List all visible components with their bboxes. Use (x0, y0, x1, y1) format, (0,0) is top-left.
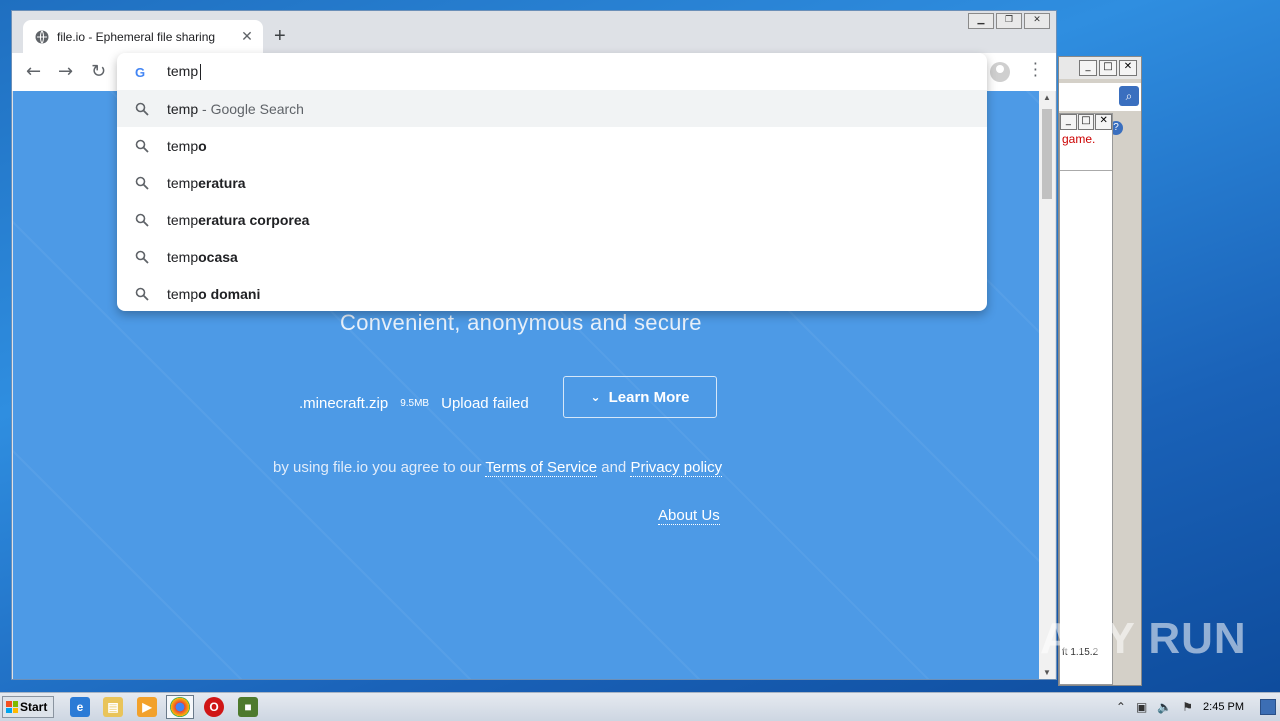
volume-icon[interactable]: 🔈 (1157, 700, 1172, 714)
tab-strip: file.io - Ephemeral file sharing ✕ + ▁ ❐… (12, 11, 1056, 53)
about-us-link[interactable]: About Us (658, 507, 720, 525)
page-tagline: Convenient, anonymous and secure (340, 310, 702, 335)
tab-close-icon[interactable]: ✕ (237, 28, 257, 45)
privacy-policy-link[interactable]: Privacy policy (630, 459, 723, 477)
reload-icon[interactable]: ↻ (91, 61, 106, 82)
search-icon (135, 287, 149, 301)
browser-tab[interactable]: file.io - Ephemeral file sharing ✕ (23, 20, 263, 53)
learn-more-label: Learn More (608, 388, 690, 406)
inner-dialog-titlebar: _ □ ✕ (1059, 114, 1112, 130)
suggestion-completion: eratura corporea (198, 211, 310, 228)
upload-status: Upload failed (441, 395, 529, 412)
suggestion-typed: temp (167, 100, 199, 117)
media-player-icon[interactable]: ▶ (137, 697, 157, 717)
background-window-titlebar: _ □ ✕ (1059, 57, 1141, 79)
globe-icon (35, 30, 49, 43)
browser-window: file.io - Ephemeral file sharing ✕ + ▁ ❐… (11, 10, 1057, 680)
inner-list-area (1060, 170, 1112, 684)
terms-prefix: by using file.io you agree to our (273, 459, 486, 476)
tab-title: file.io - Ephemeral file sharing (57, 29, 216, 44)
close-button[interactable]: ✕ (1024, 13, 1050, 29)
suggestion-typed: temp (167, 248, 199, 265)
network-icon[interactable]: ▣ (1136, 700, 1147, 714)
terms-of-service-link[interactable]: Terms of Service (485, 459, 598, 477)
suggestion-item[interactable]: tempocasa (117, 238, 987, 275)
start-button[interactable]: Start (2, 696, 54, 718)
suggestion-typed: temp (167, 211, 199, 228)
close-button[interactable]: ✕ (1119, 60, 1137, 76)
omnibox-typed-text: temp (167, 62, 199, 79)
restore-button[interactable]: ❐ (996, 13, 1022, 29)
suggestion-item[interactable]: temp - Google Search (117, 90, 987, 127)
search-icon (135, 213, 149, 227)
chrome-icon (170, 697, 190, 717)
terms-and: and (597, 459, 631, 476)
scroll-down-icon[interactable]: ▼ (1043, 668, 1051, 677)
scrollbar-thumb[interactable] (1042, 109, 1052, 199)
search-icon[interactable]: ⌕ (1119, 86, 1139, 106)
suggestion-item[interactable]: temperatura (117, 164, 987, 201)
action-center-flag-icon[interactable]: ⚑ (1182, 700, 1193, 714)
google-g-icon: G (135, 64, 146, 80)
upload-filename: .minecraft.zip (299, 395, 389, 412)
profile-avatar-icon[interactable] (990, 62, 1010, 82)
inner-maximize-button[interactable]: □ (1077, 114, 1095, 130)
show-desktop-button[interactable] (1260, 699, 1276, 715)
windows-logo-icon (6, 701, 18, 713)
text-caret (200, 64, 202, 81)
watermark: ANY RUN (1040, 614, 1247, 663)
error-text: game. (1062, 132, 1096, 146)
search-icon (135, 250, 149, 264)
suggestion-completion: o domani (198, 285, 261, 302)
suggestion-typed: temp (167, 174, 199, 191)
chevron-down-icon: ⌄ (590, 390, 601, 404)
window-controls: ▁ ❐ ✕ (968, 13, 1050, 29)
inner-dialog-window: _ □ ✕ game. ft 1.15.2 (1059, 113, 1113, 685)
maximize-button[interactable]: □ (1099, 60, 1117, 76)
suggestion-list: temp - Google Search tempo temperatura temp… (117, 90, 987, 311)
omnibox-dropdown: G temp temp - Google Search tempo temperat… (117, 53, 987, 311)
search-icon (135, 139, 149, 153)
clock[interactable]: 2:45 PM (1203, 701, 1244, 713)
system-tray: ⌃ ▣ 🔈 ⚑ 2:45 PM (1116, 693, 1280, 721)
suggestion-item[interactable]: tempo (117, 127, 987, 164)
suggestion-item[interactable]: tempo domani (117, 275, 987, 311)
inner-close-button[interactable]: ✕ (1095, 114, 1112, 130)
terms-notice: by using file.io you agree to our Terms … (273, 459, 723, 477)
suggestion-completion: eratura (198, 174, 246, 191)
learn-more-button[interactable]: ⌄ Learn More (563, 376, 717, 418)
file-explorer-icon[interactable]: ▤ (103, 697, 123, 717)
scroll-up-icon[interactable]: ▲ (1043, 93, 1051, 102)
taskbar: Start e ▤ ▶ O ■ ⌃ ▣ 🔈 ⚑ 2:45 PM (0, 692, 1280, 721)
suggestion-item[interactable]: temperatura corporea (117, 201, 987, 238)
minecraft-launcher-icon[interactable]: ■ (238, 697, 258, 717)
forward-arrow-icon[interactable]: → (58, 61, 73, 82)
omnibox-input[interactable]: G temp (117, 53, 987, 90)
suggestion-subtitle: - Google Search (198, 100, 304, 117)
suggestion-typed: temp (167, 285, 199, 302)
upload-status-row: .minecraft.zip 9.5MB Upload failed (299, 395, 529, 412)
suggestion-typed: temp (167, 137, 199, 154)
background-app-window: _ □ ✕ ⌕ ? _ □ ✕ game. ft 1.15.2 (1058, 56, 1142, 686)
upload-filesize: 9.5MB (400, 398, 430, 409)
suggestion-completion: ocasa (198, 248, 238, 265)
background-search-row: ⌕ (1059, 83, 1141, 111)
minimize-button[interactable]: _ (1079, 60, 1097, 76)
back-arrow-icon[interactable]: ← (26, 61, 41, 82)
page-scrollbar[interactable]: ▲ ▼ (1039, 91, 1055, 679)
suggestion-completion: o (198, 137, 207, 154)
new-tab-button[interactable]: + (274, 25, 286, 48)
start-label: Start (20, 700, 48, 714)
menu-kebab-icon[interactable]: · · · (1033, 56, 1038, 84)
internet-explorer-icon[interactable]: e (70, 697, 90, 717)
inner-minimize-button[interactable]: _ (1059, 114, 1077, 130)
search-icon (135, 102, 149, 116)
tray-overflow-icon[interactable]: ⌃ (1116, 700, 1126, 714)
search-icon (135, 176, 149, 190)
opera-icon[interactable]: O (204, 697, 224, 717)
minimize-button[interactable]: ▁ (968, 13, 994, 29)
